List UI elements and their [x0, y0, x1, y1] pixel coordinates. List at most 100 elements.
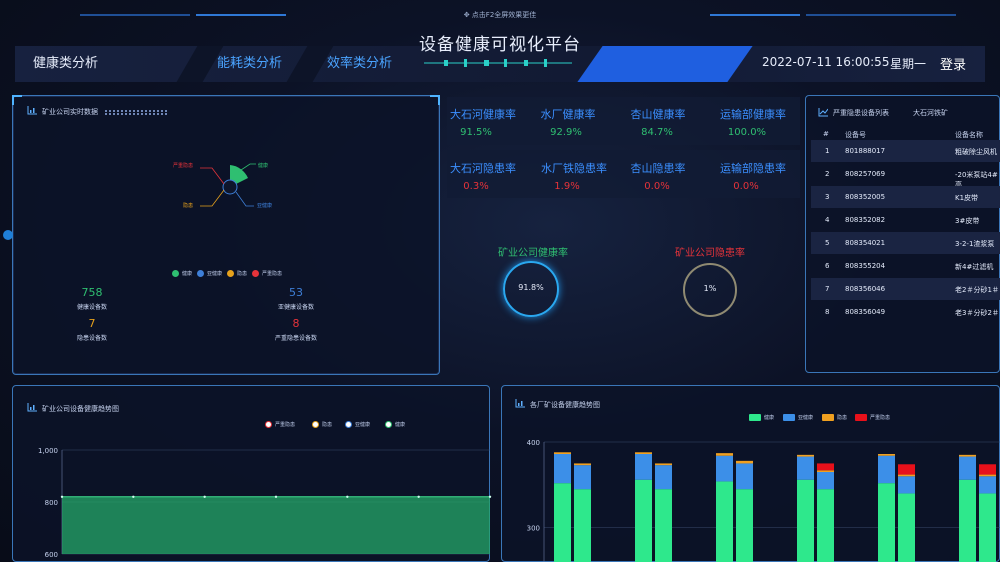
- rate-value: 84.7%: [641, 127, 673, 138]
- fullscreen-hint-text: 点击F2全屏效果更佳: [471, 11, 537, 19]
- bar-healthy: [817, 489, 834, 562]
- y-tick-label: 1,000: [38, 447, 58, 455]
- table-row[interactable]: 3 808352005 K1皮带: [811, 186, 1000, 208]
- device-name: 老2＃分砂1＃: [955, 286, 999, 294]
- rate-label: 水厂健康率: [540, 108, 596, 121]
- panel-title: 各厂矿设备健康趋势图: [530, 401, 600, 409]
- mine-filter[interactable]: 大石河铁矿: [913, 108, 948, 118]
- device-name: 3-2-1渣浆泵: [955, 240, 995, 248]
- bar-subhealthy: [817, 472, 834, 490]
- bar-healthy: [574, 489, 591, 562]
- donut-label-severe: 严重隐患: [173, 163, 194, 169]
- bar-subhealthy: [736, 463, 753, 490]
- panel-title: 矿业公司设备健康趋势图: [42, 405, 119, 413]
- company-health-value: 91.8%: [518, 283, 544, 292]
- table-row[interactable]: 7 808356046 老2＃分砂1＃: [811, 278, 1000, 300]
- bar-severe: [817, 463, 834, 471]
- device-number: 808356049: [845, 308, 886, 316]
- bar-healthy: [655, 489, 672, 562]
- rate-label: 运输部健康率: [720, 108, 786, 121]
- donut-label-hidden: 隐患: [183, 203, 194, 209]
- datetime: 2022-07-11 16:00:55: [762, 55, 890, 69]
- bar-hidden: [635, 452, 652, 454]
- subhealthy-count-label: 亚健康设备数: [277, 304, 314, 311]
- mine-trend-chart: 400 300: [527, 439, 1000, 562]
- bar-hidden: [878, 454, 895, 456]
- row-index: 6: [825, 262, 830, 270]
- row-index: 2: [825, 170, 830, 178]
- data-point: [274, 495, 278, 498]
- rate-value: 1.9%: [554, 181, 580, 192]
- weekday: 星期一: [890, 57, 927, 71]
- donut-label-subhealthy: 亚健康: [257, 203, 273, 209]
- table-row[interactable]: 2 808257069 -20米泵站4#高: [811, 163, 1000, 189]
- y-tick-label: 300: [527, 525, 540, 533]
- row-index: 3: [825, 193, 830, 201]
- fullscreen-hint[interactable]: ✥ 点击F2全屏效果更佳: [0, 10, 1000, 20]
- device-number: 808354021: [845, 239, 886, 247]
- healthy-area: [62, 496, 490, 554]
- row-index: 8: [825, 308, 830, 316]
- data-point: [60, 495, 64, 498]
- left-edge-toggle[interactable]: [3, 230, 13, 240]
- bar-hidden: [817, 470, 834, 472]
- bar-subhealthy: [554, 454, 571, 484]
- legend-hidden: 隐患: [822, 414, 847, 421]
- data-point: [346, 495, 349, 498]
- y-tick-label: 600: [45, 551, 58, 559]
- panel-title: 矿业公司实时数据: [42, 108, 98, 116]
- device-number: 808355204: [845, 262, 886, 270]
- bar-hidden: [797, 454, 814, 457]
- title-wave-decoration: [424, 59, 572, 67]
- device-number: 808352082: [845, 216, 886, 224]
- table-row[interactable]: 4 808352082 3#皮带: [811, 209, 1000, 231]
- bar-healthy: [878, 483, 895, 562]
- hidden-count: 7: [88, 317, 96, 330]
- bar-healthy: [716, 481, 733, 562]
- table-row[interactable]: 8 808356049 老3＃分砂2＃: [811, 301, 1000, 323]
- row-index: 4: [825, 216, 830, 224]
- table-row[interactable]: 6 808355204 新4#过滤机: [811, 255, 1000, 277]
- data-point: [132, 495, 135, 498]
- table-row[interactable]: 5 808354021 3-2-1渣浆泵: [811, 232, 1000, 254]
- rate-value: 0.3%: [463, 181, 489, 192]
- healthy-count: 758: [81, 286, 103, 299]
- device-name: 粗破除尘风机: [955, 148, 997, 156]
- status-donut-chart: [200, 163, 256, 207]
- legend-severe: 严重隐患: [252, 270, 282, 277]
- bar-subhealthy: [635, 454, 652, 480]
- bar-hidden: [554, 452, 571, 454]
- bar-subhealthy: [898, 476, 915, 494]
- bar-healthy: [736, 489, 753, 562]
- chart-icon: [27, 106, 37, 115]
- legend-subhealthy: 亚健康: [197, 270, 222, 277]
- legend-subhealthy: 亚健康: [783, 414, 813, 421]
- chart-icon: [818, 108, 828, 117]
- bar-healthy: [797, 479, 814, 562]
- login-button[interactable]: 登录: [940, 54, 966, 73]
- bar-subhealthy: [655, 465, 672, 490]
- bar-hidden: [898, 474, 915, 477]
- page-title: 设备健康可视化平台: [419, 35, 581, 55]
- device-name: 3#皮带: [955, 217, 980, 225]
- bar-severe: [898, 464, 915, 475]
- table-row[interactable]: 1 801888017 粗破除尘风机: [811, 140, 1000, 162]
- bar-hidden: [716, 453, 733, 456]
- subhealthy-count: 53: [289, 286, 303, 299]
- legend-healthy: 健康: [749, 414, 774, 421]
- legend-severe: 严重隐患: [855, 414, 890, 421]
- device-name: 老3＃分砂2＃: [955, 309, 999, 317]
- device-name: 新4#过滤机: [955, 263, 994, 271]
- row-index: 5: [825, 239, 830, 247]
- y-tick-label: 800: [45, 499, 58, 507]
- bar-subhealthy: [878, 455, 895, 484]
- column-header: 设备名称: [955, 131, 983, 139]
- legend-hidden: 隐患: [312, 421, 332, 428]
- bar-healthy: [635, 479, 652, 562]
- severe-count-label: 严重隐患设备数: [274, 335, 317, 342]
- rate-value: 0.0%: [733, 181, 759, 192]
- rate-value: 100.0%: [727, 127, 767, 138]
- rate-label: 运输部隐患率: [720, 162, 786, 175]
- column-header: 设备号: [845, 131, 866, 139]
- legend-severe: 严重隐患: [265, 421, 295, 428]
